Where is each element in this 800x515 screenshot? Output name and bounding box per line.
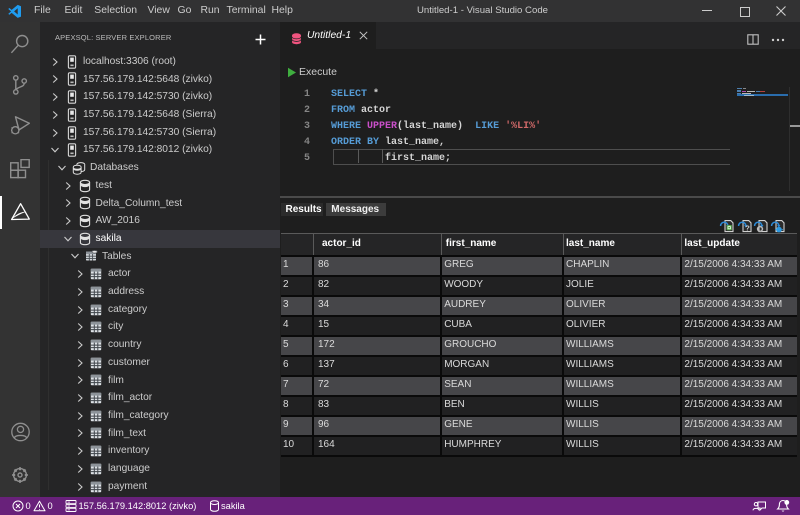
svg-text:?: ?	[745, 224, 750, 233]
